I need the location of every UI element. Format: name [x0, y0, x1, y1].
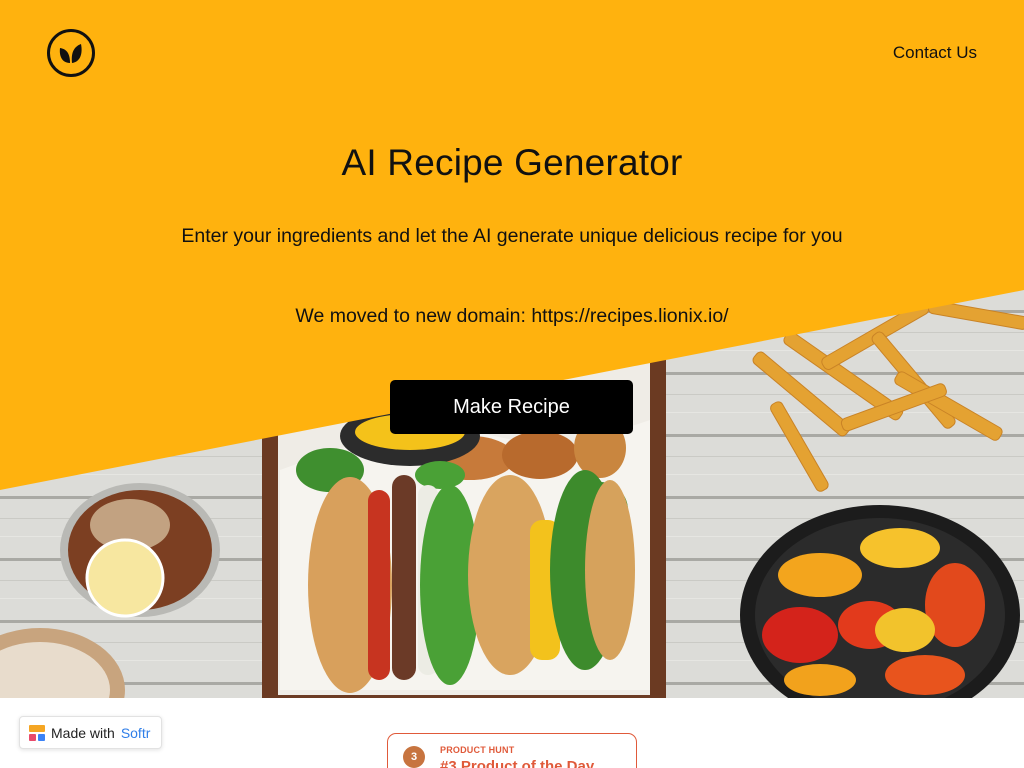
softr-badge-prefix: Made with	[51, 724, 115, 741]
product-hunt-label: PRODUCT HUNT	[440, 745, 515, 755]
product-hunt-badge[interactable]: 3 PRODUCT HUNT #3 Product of the Day	[387, 733, 637, 768]
hero-subtitle: Enter your ingredients and let the AI ge…	[181, 225, 843, 247]
made-with-softr-badge[interactable]: Made with Softr	[19, 716, 162, 749]
product-hunt-rank: #3 Product of the Day	[440, 758, 595, 768]
hero-yellow-overlay	[0, 0, 1024, 490]
leaf-icon[interactable]	[47, 29, 95, 77]
softr-badge-brand: Softr	[120, 724, 151, 741]
softr-logo-icon	[29, 724, 45, 741]
domain-notice: We moved to new domain: https://recipes.…	[295, 305, 729, 327]
page-title: AI Recipe Generator	[341, 142, 683, 183]
medal-icon: 3	[403, 746, 425, 768]
hero-section: Contact Us AI Recipe Generator Enter you…	[0, 0, 1024, 698]
contact-us-link[interactable]: Contact Us	[893, 43, 977, 63]
make-recipe-button[interactable]: Make Recipe	[390, 380, 633, 434]
page: Contact Us AI Recipe Generator Enter you…	[0, 0, 1024, 768]
